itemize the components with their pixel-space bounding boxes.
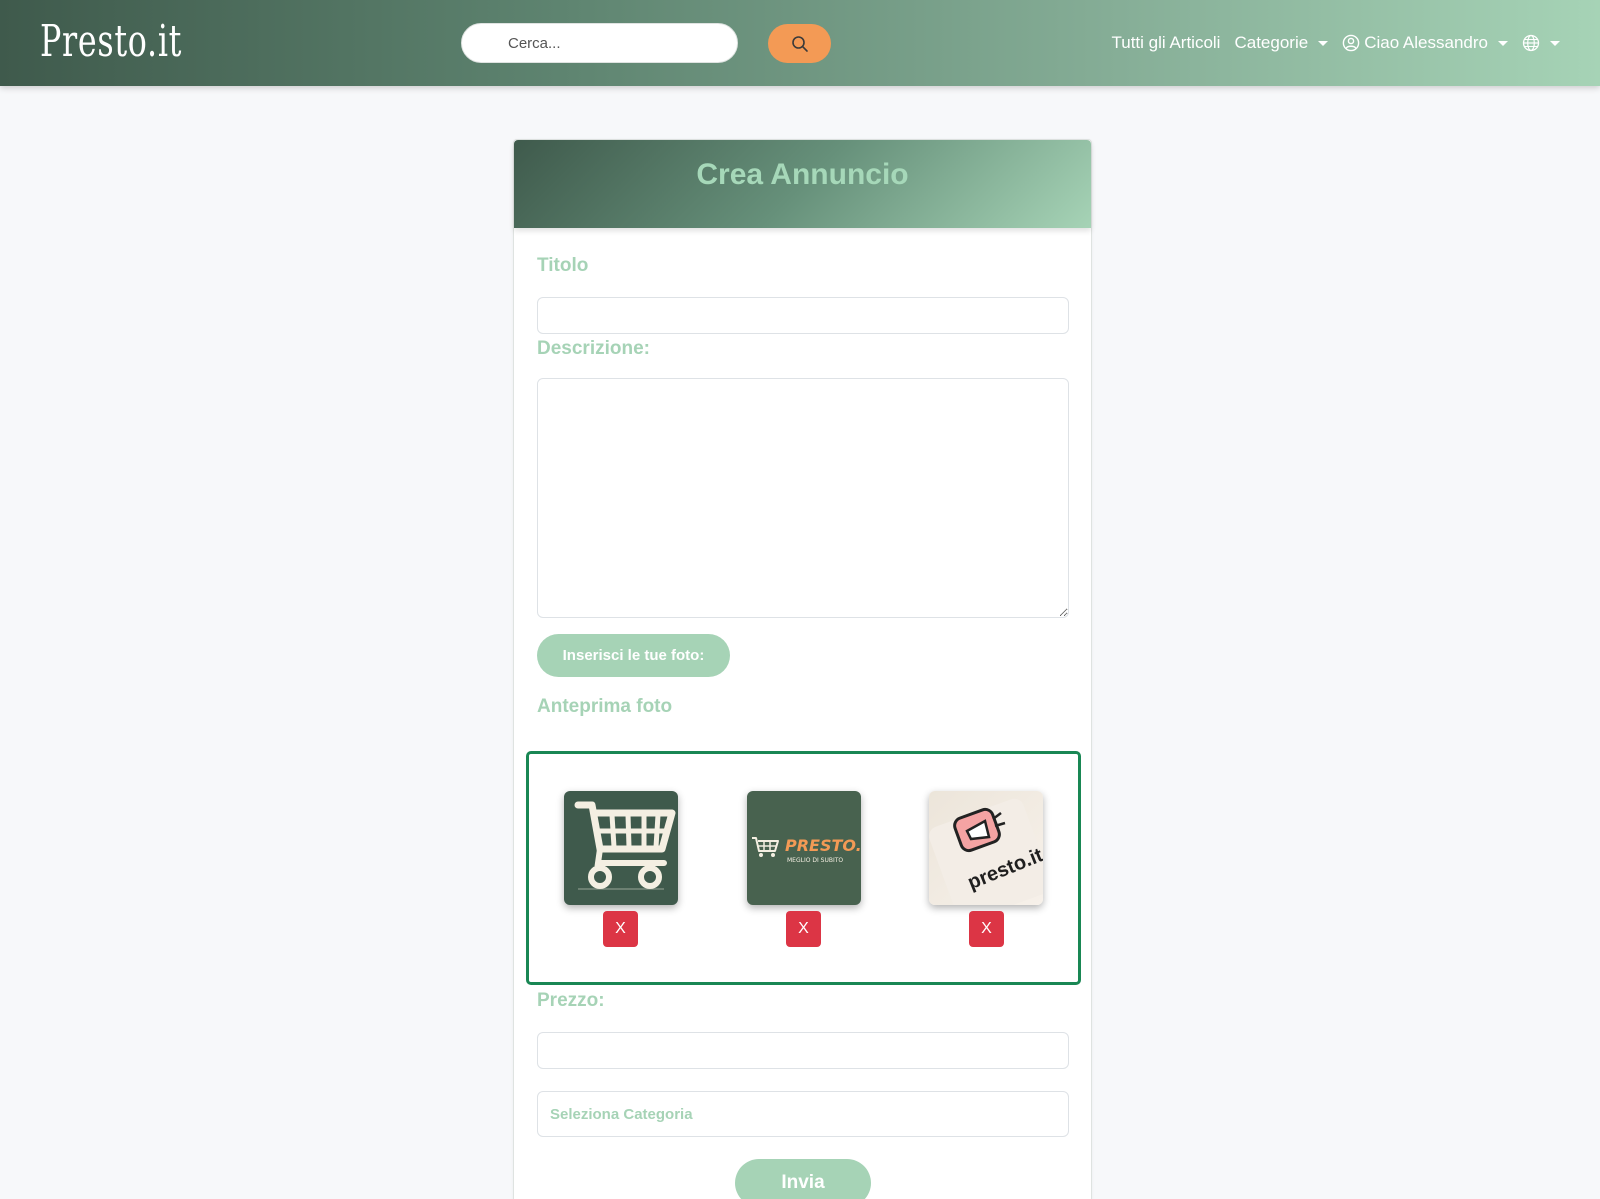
search-icon (791, 35, 808, 52)
submit-button[interactable]: Invia (735, 1159, 871, 1199)
globe-icon (1522, 34, 1540, 52)
megaphone-logo-image: presto.it (929, 791, 1043, 905)
chevron-down-icon (1550, 40, 1560, 46)
price-input[interactable] (537, 1032, 1069, 1069)
nav-dropdown-user-label: Ciao Alessandro (1364, 33, 1488, 52)
brand-logo[interactable]: Presto.it (40, 14, 182, 70)
preview-label: Anteprima foto (537, 696, 673, 717)
category-select[interactable]: Seleziona Categoria (537, 1091, 1069, 1137)
nav-link-all-articles[interactable]: Tutti gli Articoli (1112, 33, 1221, 53)
chevron-down-icon (1318, 40, 1329, 46)
description-label: Descrizione: (537, 338, 650, 359)
nav-dropdown-user[interactable]: Ciao Alessandro (1342, 33, 1508, 53)
delete-photo-button[interactable]: X (969, 911, 1004, 947)
delete-photo-button[interactable]: X (603, 911, 638, 947)
delete-photo-button[interactable]: X (786, 911, 821, 947)
title-label: Titolo (537, 255, 589, 276)
photo-preview-box: X PRESTO.IT MEGLIO DI SUBITO X (526, 751, 1081, 985)
nav-dropdown-language[interactable] (1522, 34, 1560, 52)
nav-dropdown-categories[interactable]: Categorie (1234, 33, 1329, 53)
chevron-down-icon (1498, 40, 1508, 46)
card-header: Crea Annuncio (514, 140, 1091, 228)
presto-logo-image: PRESTO.IT MEGLIO DI SUBITO (747, 791, 861, 905)
search-button[interactable] (768, 24, 831, 63)
navbar: Presto.it Tutti gli Articoli Categorie C… (0, 0, 1600, 86)
presto-logo-sub: MEGLIO DI SUBITO (787, 857, 843, 864)
user-circle-icon (1342, 34, 1360, 52)
description-textarea[interactable] (537, 378, 1069, 618)
upload-photos-button[interactable]: Inserisci le tue foto: (537, 634, 730, 677)
nav-dropdown-categories-label: Categorie (1234, 33, 1309, 52)
create-ad-card: Crea Annuncio Titolo Descrizione: Inseri… (513, 139, 1092, 1199)
title-input[interactable] (537, 297, 1069, 334)
nav-links: Tutti gli Articoli Categorie Ciao Alessa… (1112, 30, 1560, 56)
presto-logo-text: PRESTO.IT (785, 836, 861, 855)
price-label: Prezzo: (537, 990, 605, 1011)
page-title: Crea Annuncio (696, 158, 909, 191)
search-input[interactable] (461, 23, 738, 63)
cart-logo-image (564, 791, 678, 905)
